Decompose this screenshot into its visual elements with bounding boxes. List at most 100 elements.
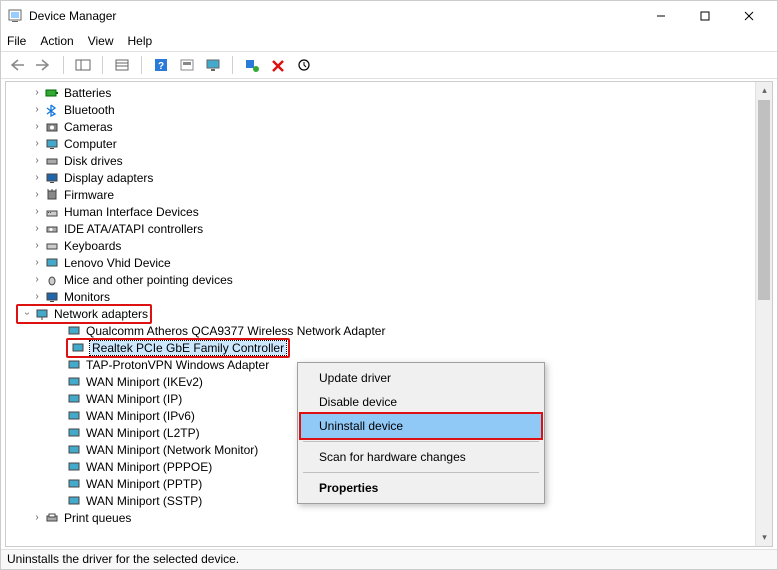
tree-item-ide[interactable]: › IDE ATA/ATAPI controllers xyxy=(6,220,772,237)
network-adapter-icon xyxy=(66,442,82,458)
expand-icon[interactable]: › xyxy=(30,189,44,200)
expand-icon[interactable]: › xyxy=(30,172,44,183)
network-adapter-icon xyxy=(66,476,82,492)
tree-label: IDE ATA/ATAPI controllers xyxy=(64,222,203,236)
toolbar-icon-2[interactable] xyxy=(176,54,198,76)
tree-label: WAN Miniport (IP) xyxy=(86,392,182,406)
toolbar: ? xyxy=(1,51,777,79)
expand-icon[interactable]: › xyxy=(30,121,44,132)
scroll-up-button[interactable]: ▴ xyxy=(756,82,773,99)
cm-scan-hardware[interactable]: Scan for hardware changes xyxy=(301,445,541,469)
help-button[interactable]: ? xyxy=(150,54,172,76)
scroll-down-button[interactable]: ▾ xyxy=(756,529,773,546)
tree-label: WAN Miniport (L2TP) xyxy=(86,426,200,440)
scroll-thumb[interactable] xyxy=(758,100,770,300)
tree-label: Qualcomm Atheros QCA9377 Wireless Networ… xyxy=(86,324,385,338)
tree-item-mice[interactable]: › Mice and other pointing devices xyxy=(6,271,772,288)
scan-hardware-button[interactable] xyxy=(241,54,263,76)
menu-file[interactable]: File xyxy=(7,34,26,48)
expand-icon[interactable]: › xyxy=(30,274,44,285)
battery-icon xyxy=(44,85,60,101)
firmware-icon xyxy=(44,187,60,203)
tree-label: Bluetooth xyxy=(64,103,115,117)
expand-icon[interactable]: › xyxy=(30,512,44,523)
update-driver-button[interactable] xyxy=(293,54,315,76)
vertical-scrollbar[interactable]: ▴ ▾ xyxy=(755,82,772,546)
maximize-button[interactable] xyxy=(683,1,727,31)
status-bar: Uninstalls the driver for the selected d… xyxy=(1,549,777,569)
tree-item-batteries[interactable]: › Batteries xyxy=(6,84,772,101)
monitor-icon xyxy=(44,255,60,271)
tree-label: WAN Miniport (IKEv2) xyxy=(86,375,203,389)
uninstall-button[interactable] xyxy=(267,54,289,76)
tree-item-monitors[interactable]: › Monitors xyxy=(6,288,772,305)
tree-item-keyboards[interactable]: › Keyboards xyxy=(6,237,772,254)
tree-item-print-queues[interactable]: › Print queues xyxy=(6,509,772,526)
expand-icon[interactable]: › xyxy=(30,257,44,268)
collapse-icon[interactable]: › xyxy=(22,307,33,321)
tree-label: Keyboards xyxy=(64,239,121,253)
cm-separator xyxy=(303,441,539,442)
tree-label: Batteries xyxy=(64,86,111,100)
expand-icon[interactable]: › xyxy=(30,240,44,251)
printer-icon xyxy=(44,510,60,526)
network-adapter-icon xyxy=(66,425,82,441)
tree-item-disk-drives[interactable]: › Disk drives xyxy=(6,152,772,169)
tree-item-computer[interactable]: › Computer xyxy=(6,135,772,152)
tree-label: Network adapters xyxy=(54,307,148,321)
forward-button[interactable] xyxy=(33,54,55,76)
minimize-button[interactable] xyxy=(639,1,683,31)
tree-label: Disk drives xyxy=(64,154,123,168)
window-title: Device Manager xyxy=(29,9,116,23)
close-button[interactable] xyxy=(727,1,771,31)
tree-label: WAN Miniport (Network Monitor) xyxy=(86,443,258,457)
network-adapter-icon xyxy=(66,323,82,339)
tree-label: Computer xyxy=(64,137,117,151)
tree-item-firmware[interactable]: › Firmware xyxy=(6,186,772,203)
network-adapter-icon xyxy=(70,340,86,356)
cm-update-driver[interactable]: Update driver xyxy=(301,366,541,390)
tree-label: WAN Miniport (SSTP) xyxy=(86,494,202,508)
expand-icon[interactable]: › xyxy=(30,206,44,217)
expand-icon[interactable]: › xyxy=(30,155,44,166)
back-button[interactable] xyxy=(7,54,29,76)
tree-item-cameras[interactable]: › Cameras xyxy=(6,118,772,135)
title-bar: Device Manager xyxy=(1,1,777,31)
expand-icon[interactable]: › xyxy=(30,87,44,98)
cm-properties[interactable]: Properties xyxy=(301,476,541,500)
menu-action[interactable]: Action xyxy=(40,34,73,48)
tree-item-network-adapters[interactable]: › Network adapters xyxy=(6,305,772,322)
bluetooth-icon xyxy=(44,102,60,118)
tree-item-lenovo-vhid[interactable]: › Lenovo Vhid Device xyxy=(6,254,772,271)
properties-button[interactable] xyxy=(111,54,133,76)
monitor-icon xyxy=(44,289,60,305)
expand-icon[interactable]: › xyxy=(30,291,44,302)
svg-text:?: ? xyxy=(158,61,164,72)
cm-disable-device[interactable]: Disable device xyxy=(301,390,541,414)
tree-label: Human Interface Devices xyxy=(64,205,199,219)
menu-view[interactable]: View xyxy=(88,34,114,48)
expand-icon[interactable]: › xyxy=(30,104,44,115)
tree-item-realtek[interactable]: Realtek PCIe GbE Family Controller xyxy=(6,339,772,356)
tree-item-bluetooth[interactable]: › Bluetooth xyxy=(6,101,772,118)
keyboard-icon xyxy=(44,238,60,254)
tree-label: Realtek PCIe GbE Family Controller xyxy=(90,341,286,355)
cm-uninstall-device[interactable]: Uninstall device xyxy=(301,414,541,438)
tree-label: Cameras xyxy=(64,120,113,134)
tree-item-hid[interactable]: › Human Interface Devices xyxy=(6,203,772,220)
monitor-icon[interactable] xyxy=(202,54,224,76)
network-adapter-icon xyxy=(66,408,82,424)
expand-icon[interactable]: › xyxy=(30,138,44,149)
network-adapter-icon xyxy=(66,459,82,475)
context-menu: Update driver Disable device Uninstall d… xyxy=(297,362,545,504)
tree-item-qualcomm[interactable]: Qualcomm Atheros QCA9377 Wireless Networ… xyxy=(6,322,772,339)
menu-help[interactable]: Help xyxy=(128,34,153,48)
tree-label: TAP-ProtonVPN Windows Adapter xyxy=(86,358,269,372)
network-icon xyxy=(34,306,50,322)
disk-icon xyxy=(44,153,60,169)
network-adapter-icon xyxy=(66,493,82,509)
expand-icon[interactable]: › xyxy=(30,223,44,234)
tree-item-display-adapters[interactable]: › Display adapters xyxy=(6,169,772,186)
show-hide-tree-button[interactable] xyxy=(72,54,94,76)
tree-label: Firmware xyxy=(64,188,114,202)
